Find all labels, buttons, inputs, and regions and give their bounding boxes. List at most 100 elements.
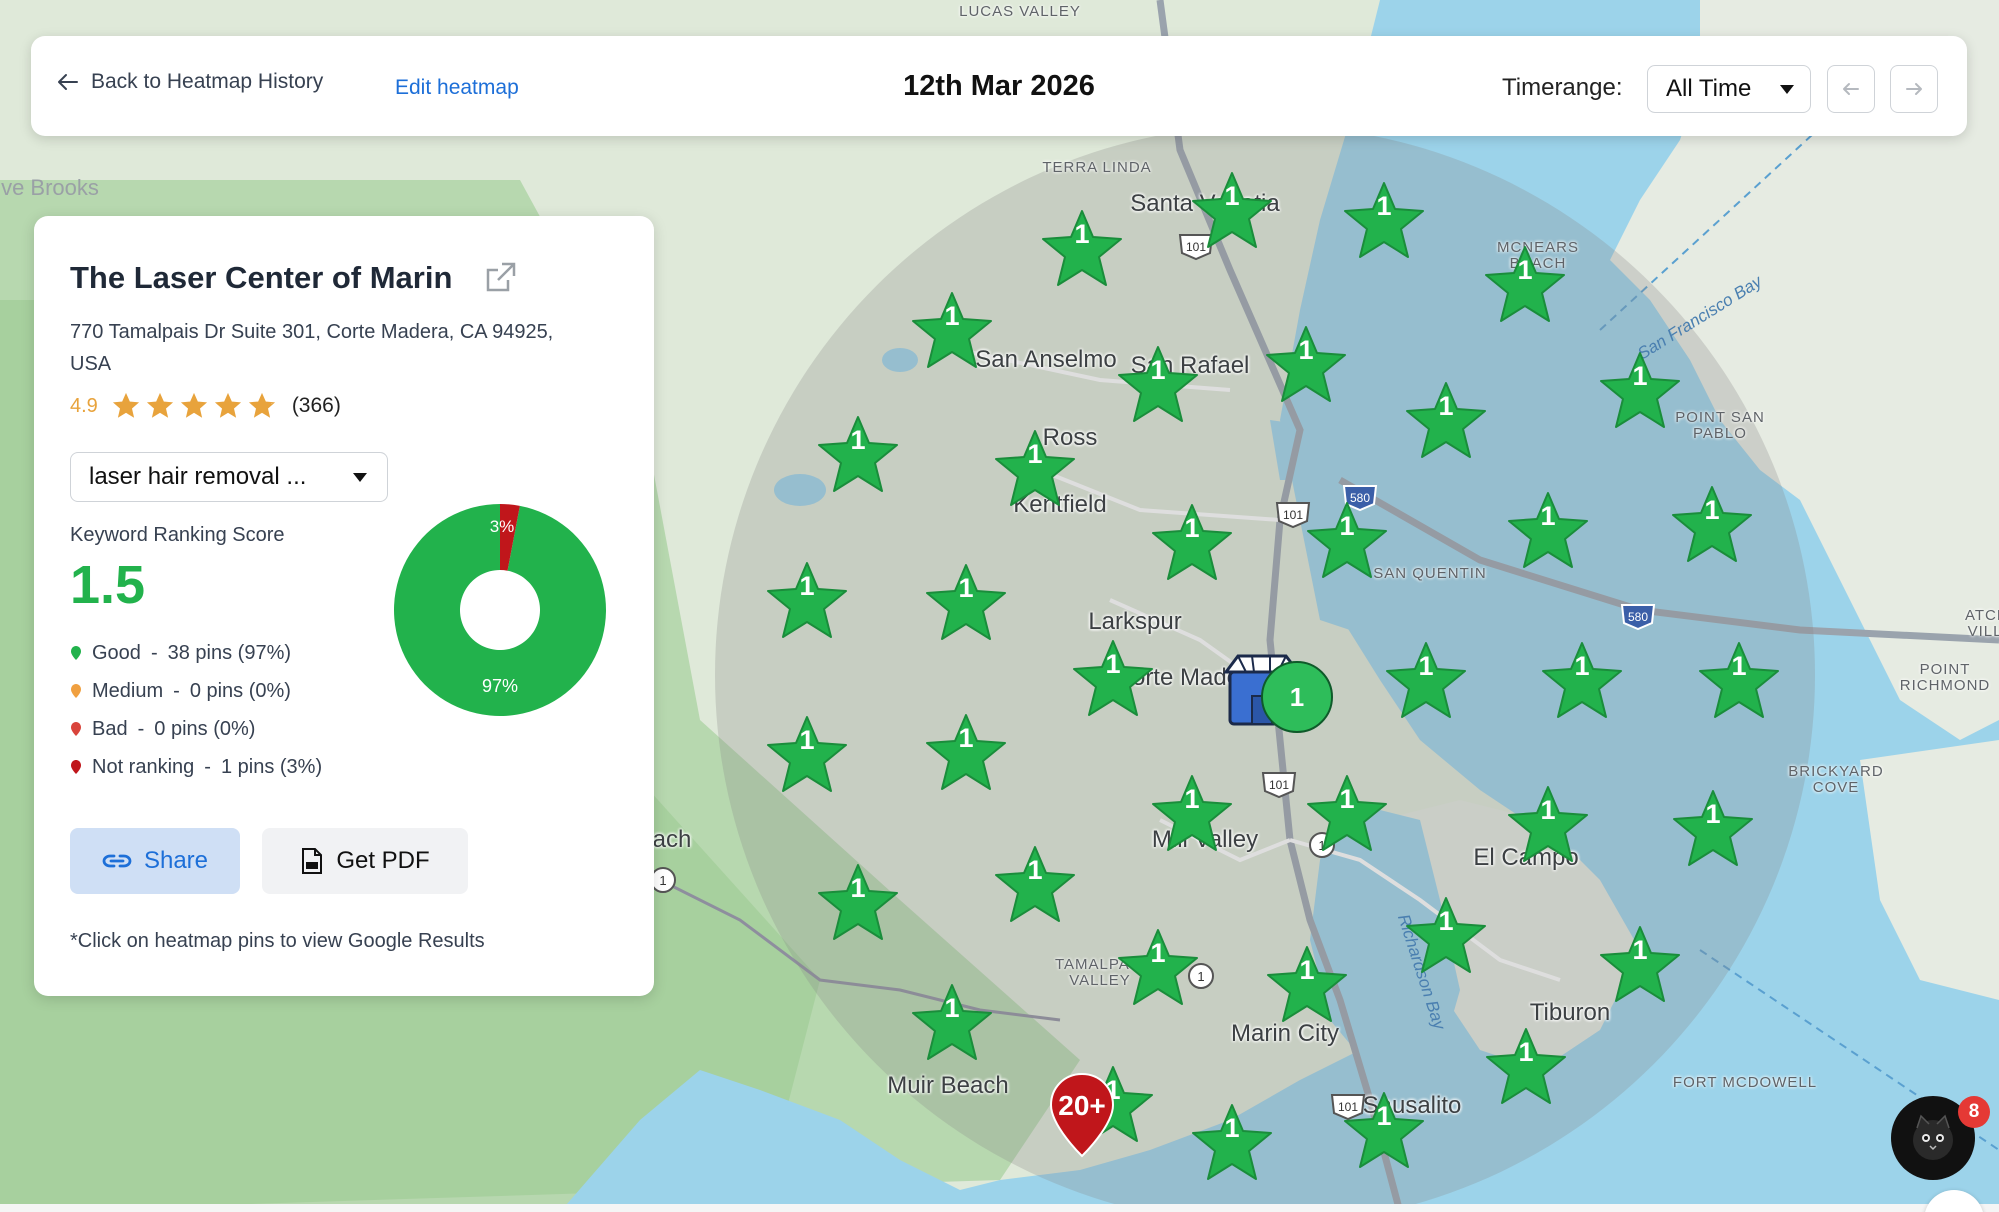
share-button[interactable]: Share — [70, 828, 240, 894]
good-ranking-pin[interactable]: 1 — [990, 427, 1080, 513]
pin-rank-label: 1 — [1517, 255, 1533, 285]
pin-rank-label: 1 — [1339, 511, 1355, 541]
caret-down-icon — [1780, 85, 1794, 94]
link-icon — [102, 854, 132, 868]
good-ranking-pin[interactable]: 1 — [1262, 943, 1352, 1029]
good-ranking-pin[interactable]: 1 — [762, 713, 852, 799]
top-bar: Back to Heatmap History Edit heatmap 12t… — [31, 36, 1967, 136]
business-name: The Laser Center of Marin — [70, 260, 453, 295]
pin-rank-label: 1 — [1150, 938, 1166, 968]
good-ranking-pin[interactable]: 1 — [1694, 639, 1784, 725]
pin-rank-label: 1 — [1224, 181, 1240, 211]
pin-rank-label: 1 — [799, 571, 815, 601]
pin-rank-label: 1 — [958, 723, 974, 753]
pin-drop-icon — [71, 646, 81, 660]
place-label: POINT RICHMOND — [1899, 661, 1991, 694]
pin-rank-label: 1 — [1540, 795, 1556, 825]
good-ranking-pin[interactable]: 1 — [1302, 499, 1392, 585]
pin-rank-label: 1 — [1632, 935, 1648, 965]
good-ranking-pin[interactable]: 1 — [921, 561, 1011, 647]
svg-text:101: 101 — [1269, 778, 1289, 792]
good-ranking-pin[interactable]: 1 — [1667, 483, 1757, 569]
keyword-selected: laser hair removal ... — [89, 463, 307, 490]
pin-rank-label: 1 — [799, 725, 815, 755]
good-ranking-pin[interactable]: 1 — [990, 843, 1080, 929]
good-ranking-pin[interactable]: 1 — [1339, 179, 1429, 265]
pin-rank-label: 1 — [1574, 651, 1590, 681]
pin-rank-label: 1 — [850, 425, 866, 455]
pin-rank-label: 1 — [1298, 335, 1314, 365]
place-label: BRICKYARD COVE — [1788, 763, 1884, 796]
pin-rank-label: 1 — [1184, 784, 1200, 814]
good-ranking-pin[interactable]: 1 — [1381, 639, 1471, 725]
good-ranking-pin[interactable]: 1 — [1302, 772, 1392, 858]
good-ranking-pin[interactable]: 1 — [1147, 501, 1237, 587]
good-ranking-pin[interactable]: 1 — [1401, 894, 1491, 980]
pin-rank-label: 1 — [1704, 495, 1720, 525]
arrow-right-icon — [1906, 83, 1922, 95]
good-ranking-pin[interactable]: 1 — [1113, 926, 1203, 1012]
legend-item-medium: Medium -0 pins (0%) — [70, 672, 322, 710]
keyword-dropdown[interactable]: laser hair removal ... — [70, 452, 388, 502]
back-to-history-link[interactable]: Back to Heatmap History — [57, 70, 323, 94]
legend-item-bad: Bad -0 pins (0%) — [70, 710, 322, 748]
edit-heatmap-link[interactable]: Edit heatmap — [395, 76, 519, 100]
legend-name: Not ranking — [92, 755, 195, 778]
center-ranking-pin[interactable]: 1 — [1261, 661, 1333, 733]
svg-text:101: 101 — [1283, 508, 1303, 522]
external-link-icon[interactable] — [482, 260, 518, 296]
pdf-label: Get PDF — [336, 847, 430, 874]
good-ranking-pin[interactable]: 1 — [1668, 787, 1758, 873]
good-ranking-pin[interactable]: 1 — [762, 559, 852, 645]
svg-text:580: 580 — [1628, 610, 1648, 624]
good-ranking-pin[interactable]: 1 — [921, 711, 1011, 797]
good-ranking-pin[interactable]: 1 — [1147, 772, 1237, 858]
ranking-donut-chart: 97% 3% — [394, 504, 606, 716]
good-ranking-pin[interactable]: 1 — [1595, 349, 1685, 435]
caret-down-icon — [353, 473, 367, 482]
pin-rank-label: 1 — [1632, 361, 1648, 391]
good-ranking-pin[interactable]: 1 — [907, 981, 997, 1067]
good-ranking-pin[interactable]: 1 — [907, 289, 997, 375]
legend-item-good: Good -38 pins (97%) — [70, 634, 322, 672]
score-label: Keyword Ranking Score — [70, 524, 285, 546]
pin-drop-icon — [71, 684, 81, 698]
good-ranking-pin[interactable]: 1 — [1261, 323, 1351, 409]
good-ranking-pin[interactable]: 1 — [1187, 1101, 1277, 1187]
good-ranking-pin[interactable]: 1 — [1187, 169, 1277, 255]
pin-rank-label: 1 — [1224, 1113, 1240, 1143]
pin-rank-label: 1 — [1731, 651, 1747, 681]
pin-drop-icon — [71, 760, 81, 774]
pin-rank-label: 1 — [944, 301, 960, 331]
next-button[interactable] — [1890, 65, 1938, 113]
good-ranking-pin[interactable]: 1 — [1113, 343, 1203, 429]
place-label: Larkspur — [1088, 608, 1182, 635]
business-address: 770 Tamalpais Dr Suite 301, Corte Madera… — [70, 321, 554, 375]
good-ranking-pin[interactable]: 1 — [1401, 379, 1491, 465]
good-ranking-pin[interactable]: 1 — [1595, 923, 1685, 1009]
good-ranking-pin[interactable]: 1 — [1537, 639, 1627, 725]
pin-rank-label: 1 — [1074, 219, 1090, 249]
timerange-dropdown[interactable]: All Time — [1647, 65, 1811, 113]
good-ranking-pin[interactable]: 1 — [1339, 1089, 1429, 1175]
good-ranking-pin[interactable]: 1 — [1503, 783, 1593, 869]
good-ranking-pin[interactable]: 1 — [1503, 489, 1593, 575]
good-ranking-pin[interactable]: 1 — [1037, 207, 1127, 293]
star-icon — [214, 392, 241, 418]
heatmap-hint: *Click on heatmap pins to view Google Re… — [70, 930, 485, 952]
pin-rank-label: 1 — [1299, 955, 1315, 985]
good-ranking-pin[interactable]: 1 — [1480, 243, 1570, 329]
pin-rank-label: 1 — [850, 873, 866, 903]
good-ranking-pin[interactable]: 1 — [1068, 637, 1158, 723]
not-ranking-pin[interactable]: 20+ — [1047, 1070, 1117, 1160]
previous-button[interactable] — [1827, 65, 1875, 113]
good-ranking-pin[interactable]: 1 — [813, 861, 903, 947]
legend-value: 38 pins (97%) — [167, 641, 292, 664]
pin-rank-label: 1 — [1705, 799, 1721, 829]
arrow-left-icon — [1843, 83, 1859, 95]
good-ranking-pin[interactable]: 1 — [1481, 1025, 1571, 1111]
get-pdf-button[interactable]: Get PDF — [262, 828, 468, 894]
good-ranking-pin[interactable]: 1 — [813, 413, 903, 499]
star-icon — [112, 392, 139, 418]
pin-legend: Good -38 pins (97%) Medium -0 pins (0%) Ba… — [70, 634, 322, 786]
